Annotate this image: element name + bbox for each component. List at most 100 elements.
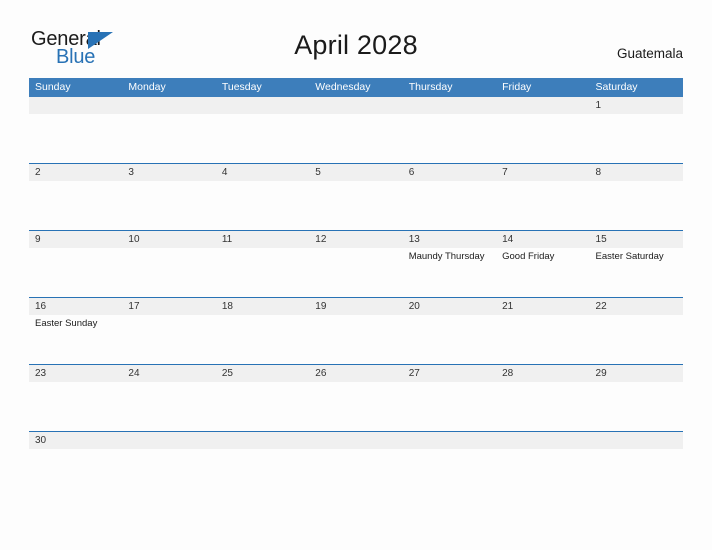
weekday-header-thursday: Thursday [408, 81, 453, 93]
day-number[interactable] [496, 97, 589, 114]
day-event [309, 248, 402, 297]
day-event [122, 181, 215, 230]
day-number[interactable]: 26 [309, 365, 402, 382]
day-event [496, 181, 589, 230]
day-number[interactable]: 29 [590, 365, 683, 382]
day-event [403, 449, 496, 451]
day-number[interactable]: 25 [216, 365, 309, 382]
day-number[interactable]: 15 [590, 231, 683, 248]
day-number[interactable] [309, 97, 402, 114]
day-event [403, 114, 496, 163]
week-daynumber-band: 30 [29, 432, 683, 449]
day-number[interactable]: 30 [29, 432, 122, 449]
day-event [309, 114, 402, 163]
day-event [216, 181, 309, 230]
week-event-band [29, 181, 683, 230]
weekday-header-friday: Friday [502, 81, 532, 93]
day-event [309, 449, 402, 451]
day-number[interactable]: 14 [496, 231, 589, 248]
week-daynumber-band: 16 17 18 19 20 21 22 [29, 298, 683, 315]
calendar-week-row: 9 10 11 12 13 14 15 Maundy Thursday Good… [29, 231, 683, 298]
country-label: Guatemala [616, 46, 683, 61]
day-event [590, 114, 683, 163]
week-event-band [29, 382, 683, 431]
day-event [122, 449, 215, 451]
day-number[interactable] [122, 97, 215, 114]
day-number[interactable]: 13 [403, 231, 496, 248]
week-event-band [29, 114, 683, 163]
day-number[interactable]: 12 [309, 231, 402, 248]
day-number[interactable] [122, 432, 215, 449]
day-number[interactable] [403, 432, 496, 449]
calendar-week-row: 30 [29, 432, 683, 449]
day-number[interactable]: 20 [403, 298, 496, 315]
weekday-header-saturday: Saturday [595, 81, 638, 93]
day-number[interactable]: 23 [29, 365, 122, 382]
day-number[interactable]: 16 [29, 298, 122, 315]
calendar-week-row: 23 24 25 26 27 28 29 [29, 365, 683, 432]
day-event [496, 449, 589, 451]
day-event [29, 114, 122, 163]
day-number[interactable] [309, 432, 402, 449]
week-event-band: Maundy Thursday Good Friday Easter Satur… [29, 248, 683, 297]
day-event [122, 114, 215, 163]
day-number[interactable]: 1 [590, 97, 683, 114]
weekday-header-tuesday: Tuesday [221, 81, 262, 93]
day-event [29, 449, 122, 451]
day-number[interactable] [496, 432, 589, 449]
day-event [29, 181, 122, 230]
weekday-header-sunday: Sunday [35, 81, 71, 93]
day-event [122, 248, 215, 297]
day-number[interactable]: 18 [216, 298, 309, 315]
week-daynumber-band: 1 [29, 97, 683, 114]
day-event [216, 315, 309, 364]
day-number[interactable] [29, 97, 122, 114]
day-event [216, 248, 309, 297]
day-number[interactable]: 8 [590, 164, 683, 181]
day-number[interactable]: 6 [403, 164, 496, 181]
day-number[interactable]: 27 [403, 365, 496, 382]
day-number[interactable]: 4 [216, 164, 309, 181]
day-event [122, 315, 215, 364]
day-event [309, 181, 402, 230]
day-number[interactable]: 21 [496, 298, 589, 315]
day-number[interactable] [216, 97, 309, 114]
page-header: General Blue April 2028 Guatemala [0, 0, 712, 78]
day-number[interactable]: 9 [29, 231, 122, 248]
day-event [403, 315, 496, 364]
day-number[interactable]: 19 [309, 298, 402, 315]
calendar-grid: Sunday Monday Tuesday Wednesday Thursday… [29, 78, 683, 449]
day-number[interactable]: 24 [122, 365, 215, 382]
weekday-header-row: Sunday Monday Tuesday Wednesday Thursday… [29, 78, 683, 97]
day-event [309, 315, 402, 364]
day-number[interactable]: 2 [29, 164, 122, 181]
day-event [496, 114, 589, 163]
day-event: Easter Saturday [595, 251, 664, 262]
day-event [496, 315, 589, 364]
day-number[interactable]: 11 [216, 231, 309, 248]
day-number[interactable]: 10 [122, 231, 215, 248]
day-number[interactable] [590, 432, 683, 449]
calendar-week-row: 1 [29, 97, 683, 164]
weekday-header-wednesday: Wednesday [315, 81, 371, 93]
day-number[interactable]: 17 [122, 298, 215, 315]
calendar-page: General Blue April 2028 Guatemala Sunday… [0, 0, 712, 550]
day-number[interactable]: 22 [590, 298, 683, 315]
calendar-week-row: 2 3 4 5 6 7 8 [29, 164, 683, 231]
day-event [590, 382, 683, 431]
day-number[interactable]: 5 [309, 164, 402, 181]
day-number[interactable]: 28 [496, 365, 589, 382]
day-event [29, 248, 122, 297]
day-number[interactable]: 3 [122, 164, 215, 181]
week-daynumber-band: 9 10 11 12 13 14 15 [29, 231, 683, 248]
day-event [216, 382, 309, 431]
day-event [122, 382, 215, 431]
day-event [403, 382, 496, 431]
day-event: Good Friday [502, 251, 555, 262]
day-number[interactable] [216, 432, 309, 449]
day-number[interactable] [403, 97, 496, 114]
day-event [309, 382, 402, 431]
day-event: Maundy Thursday [408, 251, 485, 262]
day-number[interactable]: 7 [496, 164, 589, 181]
week-event-band: Easter Sunday [29, 315, 683, 364]
